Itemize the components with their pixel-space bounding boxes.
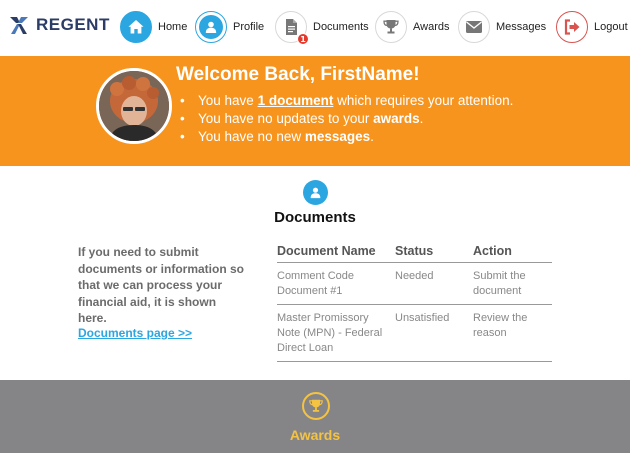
notification-messages-prefix: You have no new bbox=[198, 129, 305, 144]
logout-icon bbox=[556, 11, 588, 43]
home-icon bbox=[120, 11, 152, 43]
document-name-cell: Comment Code Document #1 bbox=[277, 262, 395, 305]
brand-name: REGENT bbox=[36, 15, 110, 34]
profile-icon bbox=[195, 11, 227, 43]
notification-documents-prefix: You have bbox=[198, 93, 258, 108]
nav-documents-label: Documents bbox=[313, 21, 369, 33]
notification-awards-suffix: . bbox=[419, 111, 424, 126]
welcome-notifications: You have 1 document which requires your … bbox=[180, 92, 513, 146]
notification-awards-prefix: You have no updates to your bbox=[198, 111, 374, 126]
column-header-document-name: Document Name bbox=[277, 244, 395, 263]
table-header-row: Document Name Status Action bbox=[277, 244, 552, 263]
notification-messages-suffix: . bbox=[370, 129, 374, 144]
top-navigation-bar: REGENT Home Profile 1 Documents Awards M… bbox=[0, 0, 630, 56]
column-header-action: Action bbox=[473, 244, 552, 263]
notification-documents: You have 1 document which requires your … bbox=[180, 92, 513, 110]
trophy-icon bbox=[375, 11, 407, 43]
document-action-cell[interactable]: Submit the document bbox=[473, 262, 552, 305]
notification-documents-suffix: which requires your attention. bbox=[333, 93, 514, 108]
nav-profile[interactable]: Profile bbox=[195, 10, 264, 44]
avatar bbox=[96, 68, 172, 144]
nav-logout[interactable]: Logout bbox=[556, 10, 628, 44]
nav-awards[interactable]: Awards bbox=[375, 10, 449, 44]
nav-home[interactable]: Home bbox=[120, 10, 187, 44]
regent-logo-icon bbox=[10, 17, 28, 34]
trophy-icon bbox=[302, 392, 330, 420]
document-status-cell: Unsatisfied bbox=[395, 304, 473, 362]
nav-awards-label: Awards bbox=[413, 21, 450, 33]
document-status-cell: Needed bbox=[395, 262, 473, 305]
awards-section-title: Awards bbox=[289, 427, 341, 443]
notification-messages: You have no new messages. bbox=[180, 128, 513, 146]
notification-awards-keyword: awards bbox=[373, 111, 420, 126]
documents-count-badge: 1 bbox=[297, 33, 309, 45]
regent-logo[interactable]: REGENT bbox=[8, 12, 110, 38]
documents-section-title: Documents bbox=[274, 209, 356, 226]
nav-logout-label: Logout bbox=[594, 21, 628, 33]
welcome-banner: Welcome Back, FirstName! You have 1 docu… bbox=[0, 56, 630, 166]
documents-section-icon bbox=[303, 180, 328, 205]
envelope-icon bbox=[458, 11, 490, 43]
notification-awards: You have no updates to your awards. bbox=[180, 110, 513, 128]
documents-page-link[interactable]: Documents page >> bbox=[78, 326, 192, 340]
notification-messages-keyword: messages bbox=[304, 129, 371, 144]
document-icon: 1 bbox=[275, 11, 309, 45]
table-row[interactable]: Comment Code Document #1 Needed Submit t… bbox=[277, 262, 552, 305]
welcome-title: Welcome Back, FirstName! bbox=[176, 64, 420, 85]
document-action-cell[interactable]: Review the reason bbox=[473, 304, 552, 362]
pending-documents-link[interactable]: 1 document bbox=[258, 93, 334, 108]
column-header-status: Status bbox=[395, 244, 473, 263]
documents-table: Document Name Status Action Comment Code… bbox=[277, 244, 552, 362]
nav-messages[interactable]: Messages bbox=[458, 10, 546, 44]
nav-profile-label: Profile bbox=[233, 21, 265, 33]
nav-messages-label: Messages bbox=[496, 21, 547, 33]
nav-home-label: Home bbox=[158, 21, 188, 33]
documents-description: If you need to submit documents or infor… bbox=[78, 245, 245, 325]
nav-documents[interactable]: 1 Documents bbox=[275, 10, 369, 45]
table-row[interactable]: Master Promissory Note (MPN) - Federal D… bbox=[277, 304, 552, 362]
document-name-cell: Master Promissory Note (MPN) - Federal D… bbox=[277, 304, 395, 362]
awards-section: Awards bbox=[0, 380, 630, 453]
